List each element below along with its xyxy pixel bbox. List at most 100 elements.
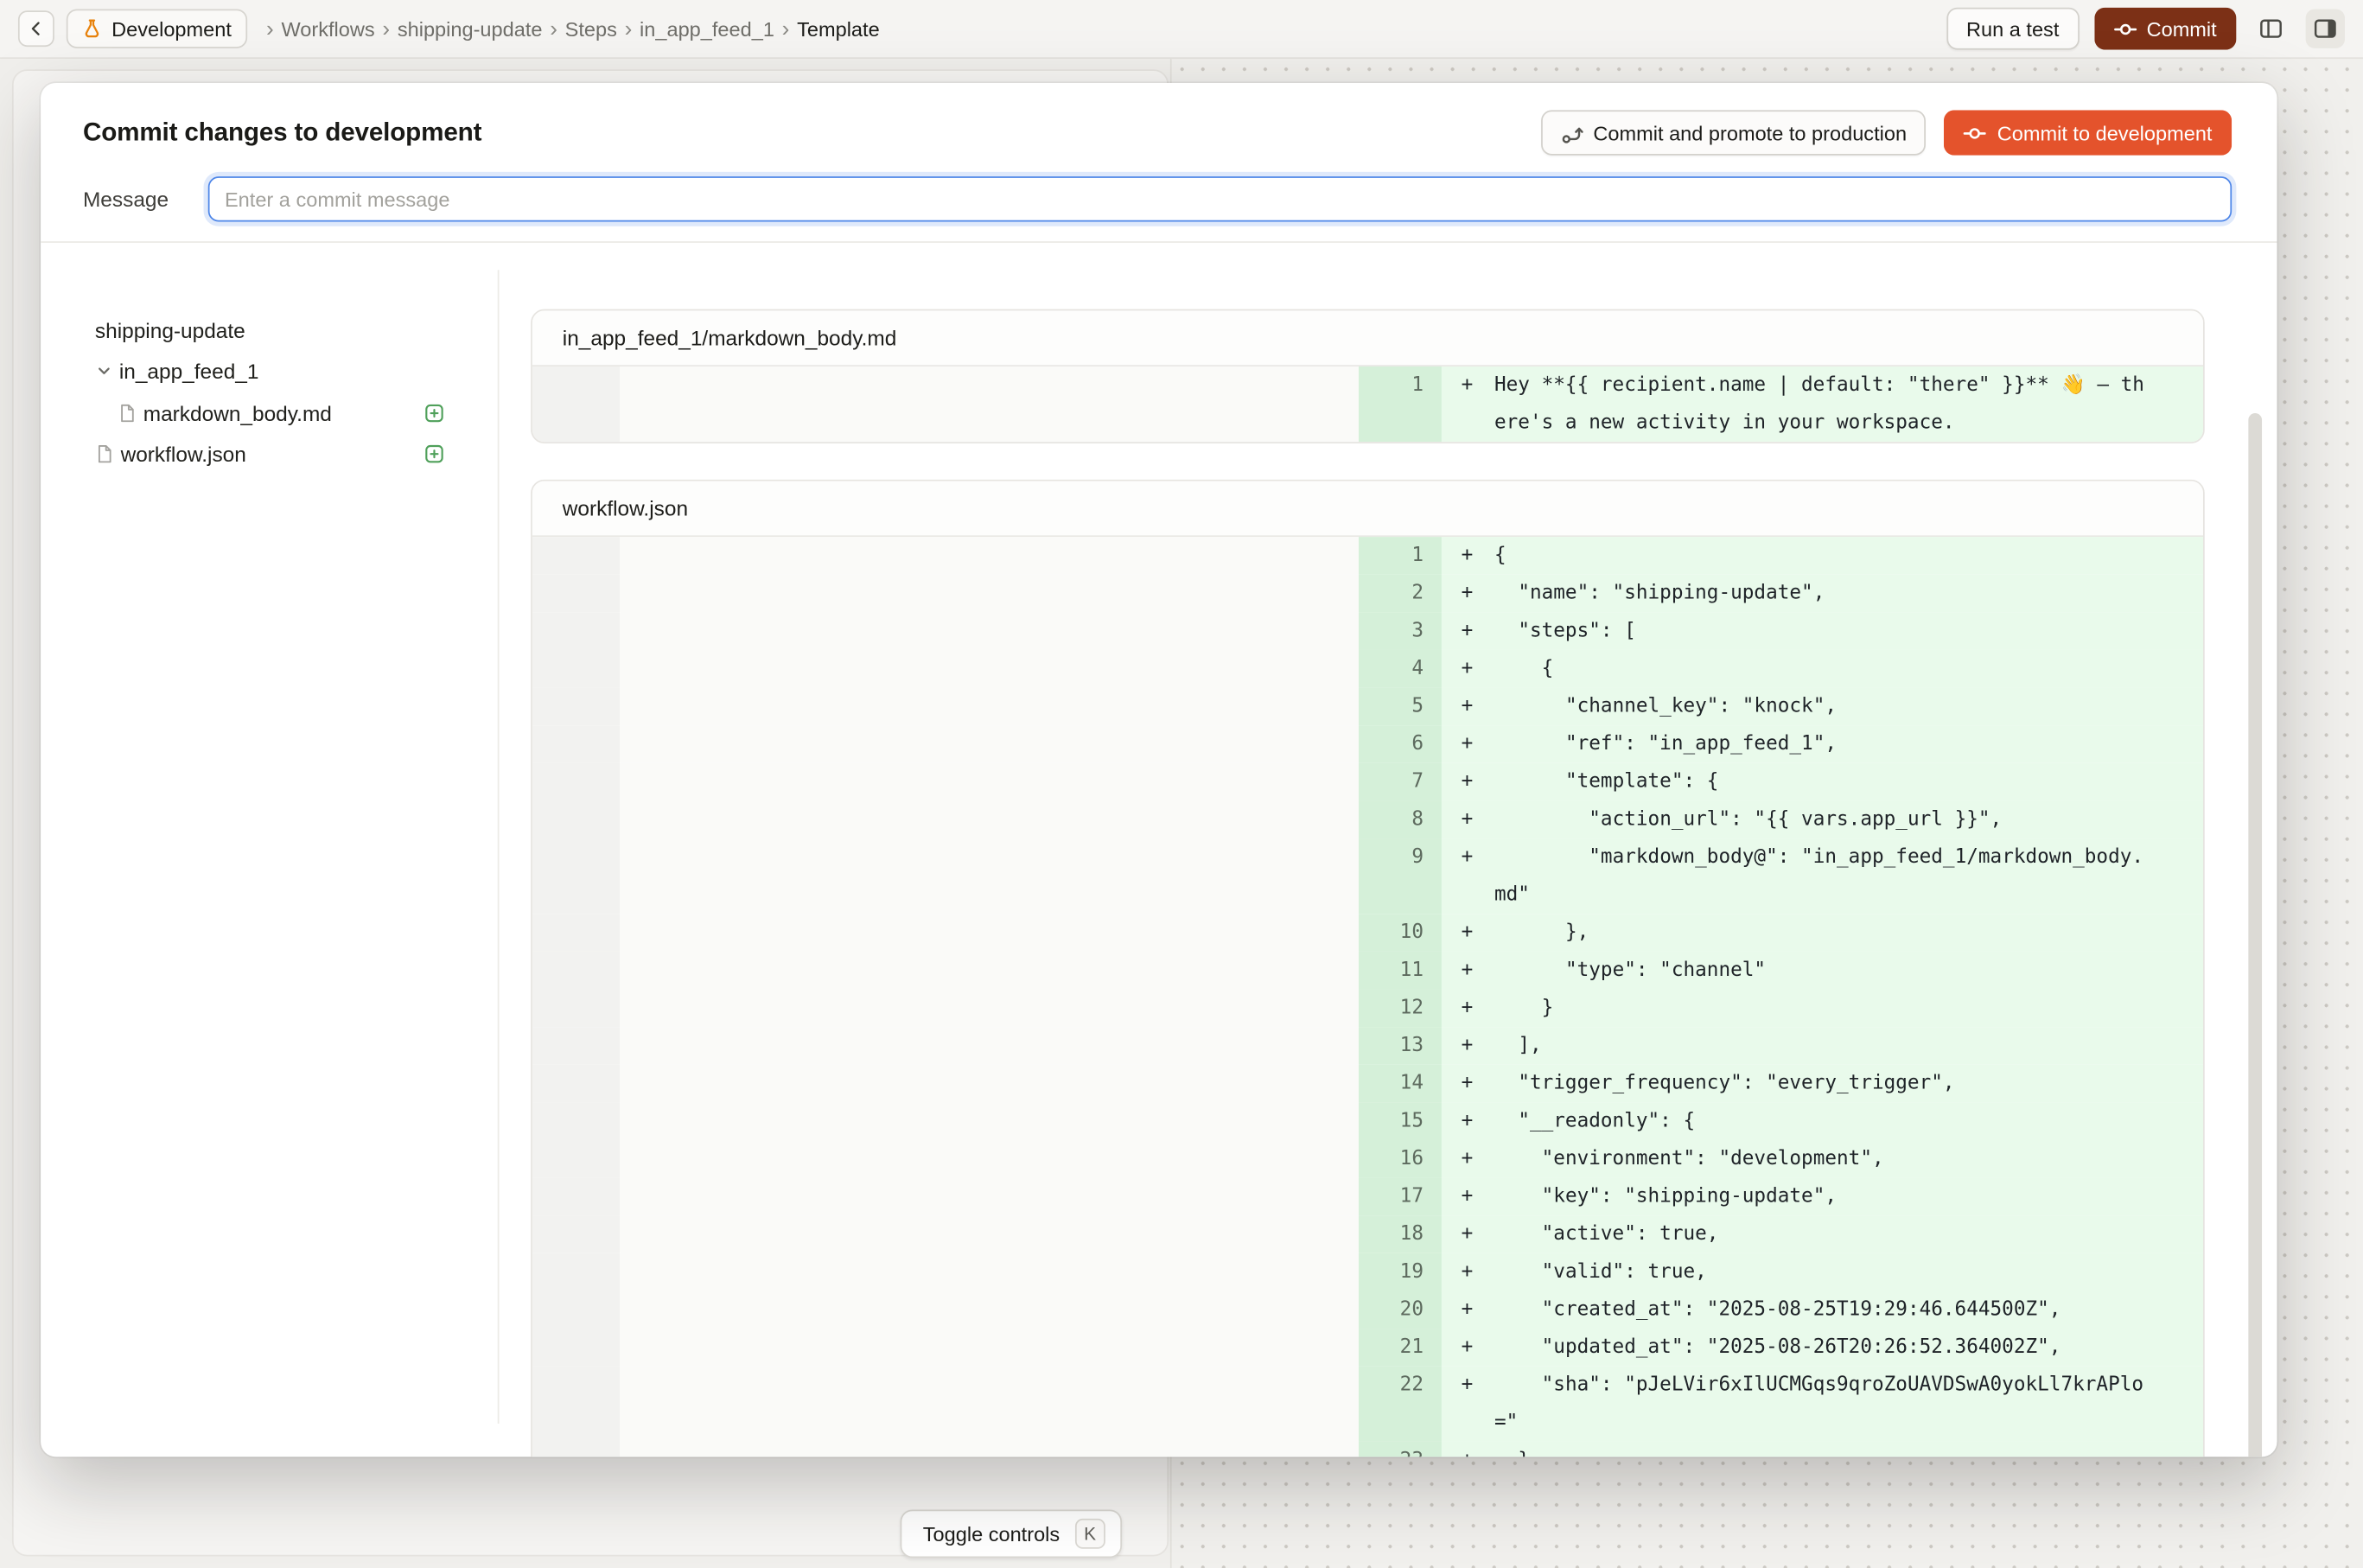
breadcrumb-separator: › xyxy=(782,16,790,41)
new-line-content: + "created_at": "2025-08-25T19:29:46.644… xyxy=(1442,1291,2205,1329)
old-line-gutter xyxy=(532,952,620,990)
new-line-number: 18 xyxy=(1359,1215,1442,1253)
breadcrumb-workflows[interactable]: Workflows xyxy=(281,17,374,40)
commit-label: Commit xyxy=(2147,17,2217,40)
diff-sign: + xyxy=(1462,650,1494,688)
old-line-content xyxy=(620,1367,1359,1442)
vertical-divider xyxy=(498,270,500,1424)
old-line-gutter xyxy=(532,1253,620,1291)
new-line-number: 22 xyxy=(1359,1367,1442,1442)
commit-button[interactable]: Commit xyxy=(2094,8,2237,50)
modal-scrollbar-thumb[interactable] xyxy=(2248,413,2262,1456)
new-line-number: 1 xyxy=(1359,367,1442,442)
new-line-number: 16 xyxy=(1359,1140,1442,1178)
new-line-number: 14 xyxy=(1359,1065,1442,1103)
new-line-content: + Hey **{{ recipient.name | default: "th… xyxy=(1442,367,2205,442)
diff-code-text: "name": "shipping-update", xyxy=(1494,575,2150,613)
environment-label: Development xyxy=(111,17,232,40)
commit-icon xyxy=(2113,17,2136,40)
old-line-gutter xyxy=(532,688,620,726)
new-line-content: + "__readonly": { xyxy=(1442,1102,2205,1140)
tree-file-workflow-json[interactable]: workflow.json xyxy=(95,434,445,475)
new-line-content: + "environment": "development", xyxy=(1442,1140,2205,1178)
tree-root-label: shipping-update xyxy=(95,318,445,342)
diff-sign: + xyxy=(1462,800,1494,838)
chevron-down-icon xyxy=(95,362,113,380)
diff-row: 4 + { xyxy=(532,650,2203,688)
diff-code-text: "ref": "in_app_feed_1", xyxy=(1494,725,2150,763)
commit-modal-body: shipping-update in_app_feed_1 markdown_b… xyxy=(41,243,2277,1456)
diff-added-icon xyxy=(424,402,444,423)
diff-code-text: "updated_at": "2025-08-26T20:26:52.36400… xyxy=(1494,1329,2150,1367)
new-line-number: 17 xyxy=(1359,1178,1442,1216)
diff-row: 6 + "ref": "in_app_feed_1", xyxy=(532,725,2203,763)
breadcrumb-template: Template xyxy=(797,17,880,40)
run-a-test-button[interactable]: Run a test xyxy=(1946,8,2079,50)
diff-panel-workflow-json: workflow.json 1 + { 2 + "name": "shippin… xyxy=(531,480,2205,1457)
diff-row: 13 + ], xyxy=(532,1027,2203,1065)
diff-row: 12 + } xyxy=(532,990,2203,1028)
diff-sign: + xyxy=(1462,1442,1494,1456)
diff-sign: + xyxy=(1462,1215,1494,1253)
commit-to-development-button[interactable]: Commit to development xyxy=(1945,110,2232,155)
new-line-number: 13 xyxy=(1359,1027,1442,1065)
new-line-content: + ], xyxy=(1442,1027,2205,1065)
breadcrumb-workflow-key[interactable]: shipping-update xyxy=(398,17,543,40)
breadcrumb-step-ref[interactable]: in_app_feed_1 xyxy=(640,17,774,40)
old-line-content xyxy=(620,952,1359,990)
toggle-right-panel-button[interactable] xyxy=(2306,9,2345,48)
diff-code-text: } xyxy=(1494,990,2150,1028)
diff-code-text: { xyxy=(1494,650,2150,688)
old-line-content xyxy=(620,1329,1359,1367)
diff-body: 1 + Hey **{{ recipient.name | default: "… xyxy=(532,367,2203,442)
old-line-content xyxy=(620,1253,1359,1291)
message-label: Message xyxy=(83,187,208,211)
old-line-gutter xyxy=(532,1442,620,1456)
old-line-gutter xyxy=(532,725,620,763)
new-line-number: 15 xyxy=(1359,1102,1442,1140)
old-line-content xyxy=(620,725,1359,763)
new-line-content: + "template": { xyxy=(1442,763,2205,801)
old-line-gutter xyxy=(532,1102,620,1140)
diff-sign: + xyxy=(1462,1102,1494,1140)
tree-root-workflow[interactable]: shipping-update xyxy=(95,309,445,351)
new-line-content: + "ref": "in_app_feed_1", xyxy=(1442,725,2205,763)
diff-sign: + xyxy=(1462,1027,1494,1065)
diff-sign: + xyxy=(1462,838,1494,914)
back-button[interactable] xyxy=(18,10,54,47)
diff-code-text: "sha": "pJeLVir6xIlUCMGqs9qroZoUAVDSwA0y… xyxy=(1494,1367,2150,1442)
tree-file-markdown-body[interactable]: markdown_body.md xyxy=(118,392,445,434)
diff-code-text: "key": "shipping-update", xyxy=(1494,1178,2150,1216)
diff-code-text: "trigger_frequency": "every_trigger", xyxy=(1494,1065,2150,1103)
new-line-number: 20 xyxy=(1359,1291,1442,1329)
diff-code-text: { xyxy=(1494,537,2150,575)
diff-row: 1 + Hey **{{ recipient.name | default: "… xyxy=(532,367,2203,442)
old-line-gutter xyxy=(532,1215,620,1253)
old-line-content xyxy=(620,990,1359,1028)
new-line-content: + "type": "channel" xyxy=(1442,952,2205,990)
new-line-content: + { xyxy=(1442,537,2205,575)
new-line-content: + "sha": "pJeLVir6xIlUCMGqs9qroZoUAVDSwA… xyxy=(1442,1367,2205,1442)
diff-sign: + xyxy=(1462,1140,1494,1178)
app-root: Toggle controls K Development › Workflow… xyxy=(0,0,2363,1568)
new-line-content: + "markdown_body@": "in_app_feed_1/markd… xyxy=(1442,838,2205,914)
diff-row: 17 + "key": "shipping-update", xyxy=(532,1178,2203,1216)
new-line-number: 11 xyxy=(1359,952,1442,990)
commit-to-dev-label: Commit to development xyxy=(1997,121,2213,143)
tree-folder-in-app-feed[interactable]: in_app_feed_1 xyxy=(95,351,445,392)
toggle-controls-kbd: K xyxy=(1075,1519,1105,1549)
commit-icon xyxy=(1964,121,1986,143)
new-line-content: + "key": "shipping-update", xyxy=(1442,1178,2205,1216)
diff-row: 18 + "active": true, xyxy=(532,1215,2203,1253)
tree-folder-label: in_app_feed_1 xyxy=(119,360,445,384)
toggle-controls-button[interactable]: Toggle controls K xyxy=(901,1509,1122,1558)
breadcrumb-steps[interactable]: Steps xyxy=(565,17,617,40)
commit-message-input[interactable] xyxy=(208,176,2232,221)
commit-and-promote-button[interactable]: Commit and promote to production xyxy=(1540,110,1926,155)
old-line-gutter xyxy=(532,763,620,801)
diff-filename: in_app_feed_1/markdown_body.md xyxy=(532,310,2203,367)
new-line-number: 9 xyxy=(1359,838,1442,914)
modal-title: Commit changes to development xyxy=(83,118,481,148)
toggle-left-panel-button[interactable] xyxy=(2252,9,2290,48)
environment-selector[interactable]: Development xyxy=(67,9,247,48)
